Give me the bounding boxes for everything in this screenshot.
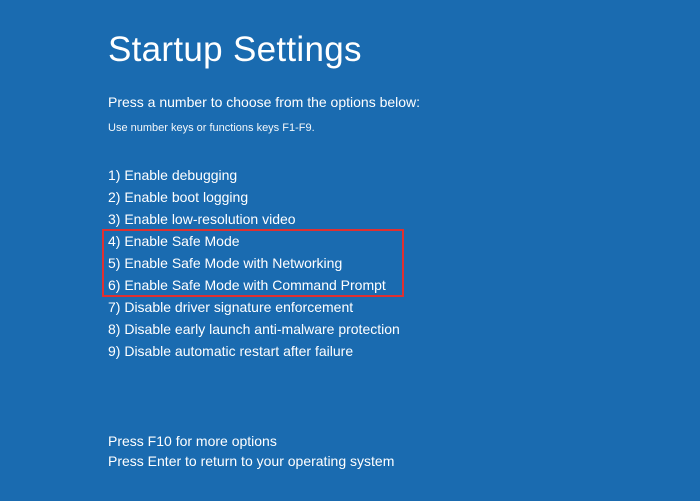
option-8-disable-anti-malware[interactable]: 8) Disable early launch anti-malware pro… [108,318,700,340]
option-1-debugging[interactable]: 1) Enable debugging [108,164,700,186]
option-2-boot-logging[interactable]: 2) Enable boot logging [108,186,700,208]
footer-more-options: Press F10 for more options [108,431,394,451]
startup-settings-screen: Startup Settings Press a number to choos… [0,0,700,362]
option-3-low-res-video[interactable]: 3) Enable low-resolution video [108,208,700,230]
hint-text: Use number keys or functions keys F1-F9. [108,122,700,134]
option-5-safe-mode-networking[interactable]: 5) Enable Safe Mode with Networking [108,252,700,274]
footer: Press F10 for more options Press Enter t… [108,431,394,471]
subtitle: Press a number to choose from the option… [108,94,700,110]
option-6-safe-mode-command-prompt[interactable]: 6) Enable Safe Mode with Command Prompt [108,274,700,296]
options-list: 1) Enable debugging 2) Enable boot loggi… [108,164,700,362]
option-9-disable-auto-restart[interactable]: 9) Disable automatic restart after failu… [108,340,700,362]
page-title: Startup Settings [108,30,700,70]
option-7-disable-driver-signature[interactable]: 7) Disable driver signature enforcement [108,296,700,318]
option-4-safe-mode[interactable]: 4) Enable Safe Mode [108,230,700,252]
footer-return: Press Enter to return to your operating … [108,451,394,471]
